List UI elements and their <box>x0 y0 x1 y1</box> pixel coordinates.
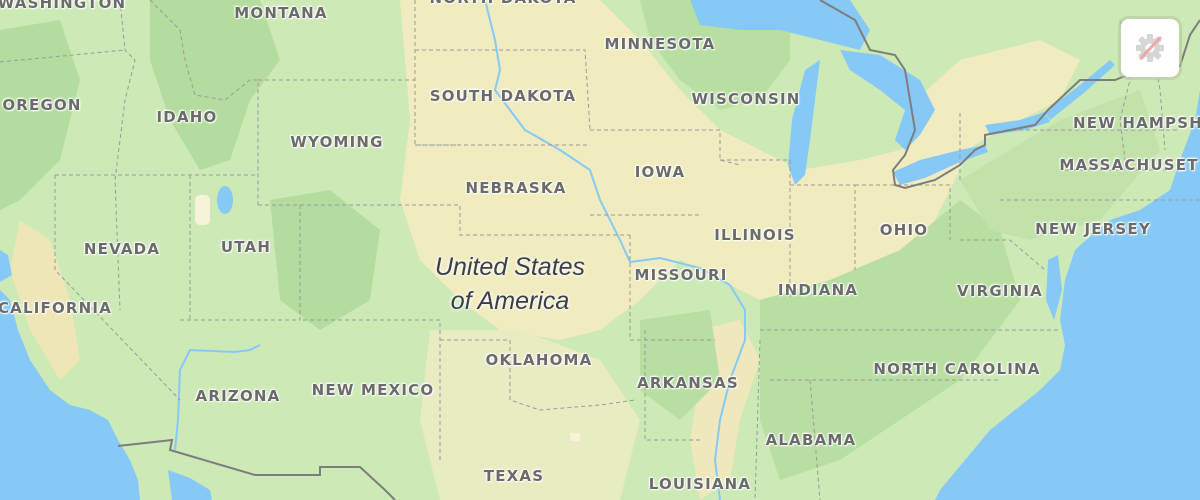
great-salt-lake <box>217 186 233 214</box>
location-disabled-icon <box>1136 34 1164 62</box>
state-label-new-jersey: NEW JERSEY <box>1035 220 1151 238</box>
state-label-arkansas: ARKANSAS <box>637 374 739 392</box>
state-label-oregon: OREGON <box>2 96 82 114</box>
state-label-nevada: NEVADA <box>83 240 161 258</box>
country-label-line1: United States <box>434 253 586 281</box>
state-label-california: CALIFORNIA <box>0 299 113 317</box>
state-label-wisconsin: WISCONSIN <box>691 90 801 108</box>
state-label-north-carolina: NORTH CAROLINA <box>873 360 1041 378</box>
state-label-new-mexico: NEW MEXICO <box>311 381 435 399</box>
state-label-texas: TEXAS <box>483 467 545 485</box>
state-label-louisiana: LOUISIANA <box>648 475 752 493</box>
state-label-montana: MONTANA <box>234 4 328 22</box>
state-label-massachusetts: MASSACHUSET <box>1059 156 1199 174</box>
state-label-nebraska: NEBRASKA <box>465 179 567 197</box>
white-sands <box>570 433 580 441</box>
state-label-illinois: ILLINOIS <box>714 226 796 244</box>
state-label-wyoming: WYOMING <box>290 133 384 151</box>
state-label-north-dakota: NORTH DAKOTA <box>429 0 576 7</box>
state-label-new-hampshire: NEW HAMPSH <box>1072 114 1200 132</box>
state-label-idaho: IDAHO <box>156 108 218 126</box>
state-label-utah: UTAH <box>220 238 272 256</box>
state-label-minnesota: MINNESOTA <box>604 35 716 53</box>
state-label-alabama: ALABAMA <box>765 431 857 449</box>
state-label-washington: WASHINGTON <box>0 0 127 12</box>
state-label-iowa: IOWA <box>634 163 686 181</box>
state-label-indiana: INDIANA <box>777 281 859 299</box>
salt-flat <box>195 195 210 225</box>
state-label-missouri: MISSOURI <box>634 266 728 284</box>
state-label-virginia: VIRGINIA <box>957 282 1043 300</box>
map-canvas[interactable] <box>0 0 1200 500</box>
state-label-oklahoma: OKLAHOMA <box>485 351 593 369</box>
state-label-arizona: ARIZONA <box>195 387 281 405</box>
state-label-ohio: OHIO <box>879 221 929 239</box>
state-label-south-dakota: SOUTH DAKOTA <box>429 87 577 105</box>
my-location-button[interactable] <box>1121 19 1179 77</box>
country-label: United States of America <box>435 250 585 318</box>
country-label-line2: of America <box>450 287 570 315</box>
